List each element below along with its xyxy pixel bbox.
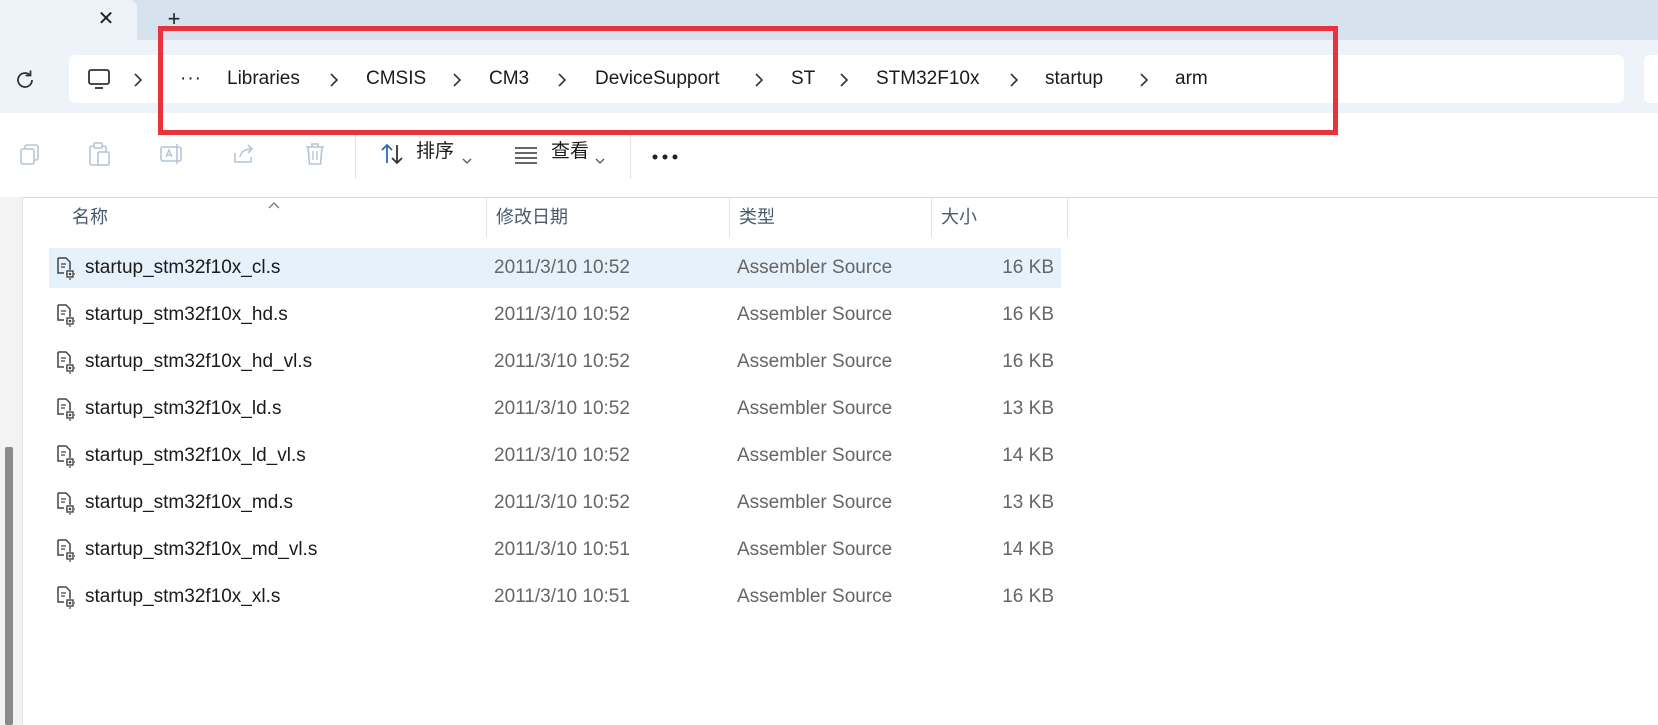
view-icon[interactable] xyxy=(513,141,539,167)
assembler-file-icon xyxy=(55,491,77,515)
file-name[interactable]: startup_stm32f10x_ld.s xyxy=(85,389,281,429)
column-divider[interactable] xyxy=(931,197,932,237)
file-date: 2011/3/10 10:52 xyxy=(494,351,630,372)
file-size: 16 KB xyxy=(1002,351,1054,372)
navigation-pane xyxy=(0,197,23,725)
file-name[interactable]: startup_stm32f10x_hd_vl.s xyxy=(85,342,312,382)
file-name[interactable]: startup_stm32f10x_cl.s xyxy=(85,248,280,288)
file-row[interactable]: startup_stm32f10x_ld.s 2011/3/10 10:52 Ass… xyxy=(49,389,1061,429)
file-size: 16 KB xyxy=(1002,257,1054,278)
file-name[interactable]: startup_stm32f10x_md_vl.s xyxy=(85,530,317,570)
sort-button[interactable]: 排序 xyxy=(416,138,454,166)
paste-icon[interactable] xyxy=(86,141,112,167)
file-row[interactable]: startup_stm32f10x_hd_vl.s 2011/3/10 10:52… xyxy=(49,342,1061,382)
file-type: Assembler Source xyxy=(737,257,893,278)
scrollbar-thumb[interactable] xyxy=(5,447,13,725)
assembler-file-icon xyxy=(55,350,77,374)
column-divider[interactable] xyxy=(1067,197,1068,237)
this-pc-icon[interactable] xyxy=(86,66,112,92)
file-type: Assembler Source xyxy=(737,492,893,513)
view-button[interactable]: 查看 xyxy=(551,138,589,166)
assembler-file-icon xyxy=(55,256,77,280)
file-date: 2011/3/10 10:52 xyxy=(494,445,630,466)
file-type: Assembler Source xyxy=(737,351,893,372)
file-row[interactable]: startup_stm32f10x_hd.s 2011/3/10 10:52 Ass… xyxy=(49,295,1061,335)
file-date: 2011/3/10 10:52 xyxy=(494,492,630,513)
search-box[interactable] xyxy=(1644,55,1658,103)
column-divider[interactable] xyxy=(486,197,487,237)
file-size: 16 KB xyxy=(1002,586,1054,607)
file-row[interactable]: startup_stm32f10x_cl.s 2011/3/10 10:52 Ass… xyxy=(49,248,1061,288)
assembler-file-icon xyxy=(55,303,77,327)
highlight-annotation-box xyxy=(158,26,1338,135)
copy-icon[interactable] xyxy=(17,141,43,167)
file-name[interactable]: startup_stm32f10x_md.s xyxy=(85,483,293,523)
file-type: Assembler Source xyxy=(737,586,893,607)
file-type: Assembler Source xyxy=(737,398,893,419)
file-size: 16 KB xyxy=(1002,304,1054,325)
file-date: 2011/3/10 10:51 xyxy=(494,586,630,607)
column-divider[interactable] xyxy=(729,197,730,237)
column-header-size[interactable]: 大小 xyxy=(941,197,977,237)
file-date: 2011/3/10 10:52 xyxy=(494,398,630,419)
delete-icon[interactable] xyxy=(302,141,328,167)
rename-icon[interactable] xyxy=(159,141,185,167)
view-chevron-down-icon[interactable] xyxy=(595,151,605,169)
column-header-name[interactable]: 名称 xyxy=(72,197,108,237)
column-header-type[interactable]: 类型 xyxy=(739,197,775,237)
file-name[interactable]: startup_stm32f10x_hd.s xyxy=(85,295,288,335)
assembler-file-icon xyxy=(55,444,77,468)
more-icon[interactable] xyxy=(650,149,680,160)
sort-icon[interactable] xyxy=(379,141,405,167)
chevron-right-icon[interactable] xyxy=(131,65,145,93)
file-name[interactable]: startup_stm32f10x_xl.s xyxy=(85,577,280,617)
assembler-file-icon xyxy=(55,585,77,609)
file-name[interactable]: startup_stm32f10x_ld_vl.s xyxy=(85,436,306,476)
file-row[interactable]: startup_stm32f10x_xl.s 2011/3/10 10:51 Ass… xyxy=(49,577,1061,617)
column-header-date[interactable]: 修改日期 xyxy=(496,197,568,237)
assembler-file-icon xyxy=(55,397,77,421)
refresh-icon[interactable] xyxy=(12,67,38,93)
file-size: 14 KB xyxy=(1002,445,1054,466)
file-size: 14 KB xyxy=(1002,539,1054,560)
assembler-file-icon xyxy=(55,538,77,562)
file-date: 2011/3/10 10:52 xyxy=(494,257,630,278)
toolbar-divider xyxy=(630,131,631,179)
file-row[interactable]: startup_stm32f10x_md_vl.s 2011/3/10 10:51… xyxy=(49,530,1061,570)
tab-close-icon[interactable]: ✕ xyxy=(93,6,119,32)
active-tab[interactable]: ✕ xyxy=(0,0,137,40)
file-type: Assembler Source xyxy=(737,445,893,466)
file-type: Assembler Source xyxy=(737,304,893,325)
file-row[interactable]: startup_stm32f10x_ld_vl.s 2011/3/10 10:52… xyxy=(49,436,1061,476)
sort-ascending-icon xyxy=(268,196,280,214)
share-icon[interactable] xyxy=(231,141,257,167)
toolbar-divider xyxy=(355,131,356,179)
sort-chevron-down-icon[interactable] xyxy=(462,151,472,169)
file-size: 13 KB xyxy=(1002,398,1054,419)
file-type: Assembler Source xyxy=(737,539,893,560)
file-date: 2011/3/10 10:52 xyxy=(494,304,630,325)
file-date: 2011/3/10 10:51 xyxy=(494,539,630,560)
file-size: 13 KB xyxy=(1002,492,1054,513)
file-row[interactable]: startup_stm32f10x_md.s 2011/3/10 10:52 Ass… xyxy=(49,483,1061,523)
